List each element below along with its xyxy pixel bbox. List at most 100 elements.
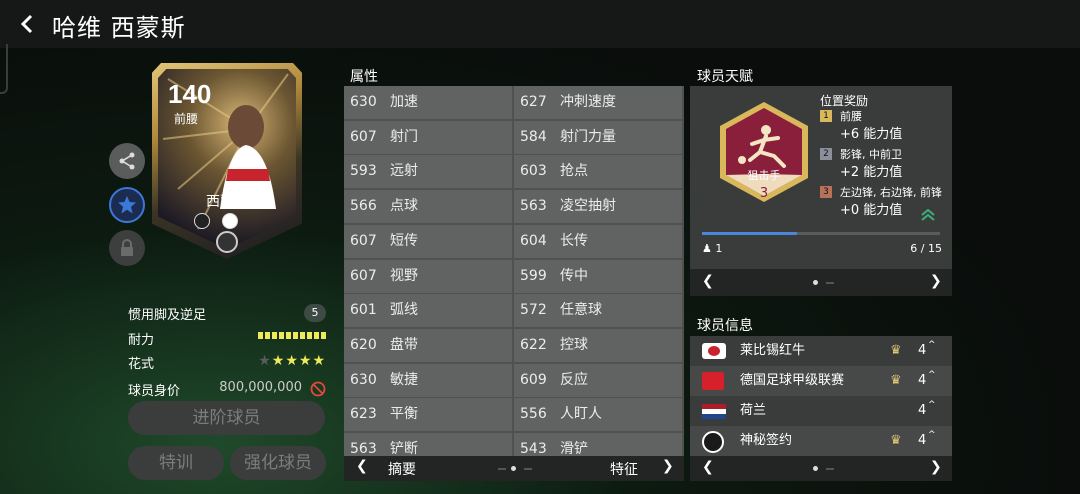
prev-arrow-icon[interactable]: ❮ bbox=[356, 458, 368, 474]
prev-arrow-icon[interactable]: ❮ bbox=[702, 273, 714, 289]
price-label: 球员身价 bbox=[128, 384, 181, 399]
club-row[interactable]: 莱比锡红牛 ♛ 4 ^ bbox=[690, 336, 952, 366]
enhance-player-button[interactable]: 强化球员 bbox=[230, 446, 326, 480]
up-arrow-icon: ^ bbox=[928, 400, 936, 410]
attribute-cell: 584 射门力量 bbox=[514, 120, 682, 154]
attribute-value: 620 bbox=[350, 336, 377, 353]
bonus-value: +6 能力值 bbox=[840, 127, 903, 142]
skill-stars: ★★★★★ bbox=[258, 353, 326, 369]
training-button[interactable]: 特训 bbox=[128, 446, 224, 480]
page-indicator-dash bbox=[498, 468, 506, 470]
attribute-value: 603 bbox=[520, 163, 547, 180]
attribute-label: 长传 bbox=[560, 232, 588, 249]
attribute-label: 短传 bbox=[390, 232, 418, 249]
skill-row: 花式 ★★★★★ bbox=[128, 353, 326, 372]
attribute-cell: 627 冲刺速度 bbox=[514, 86, 682, 119]
bonus-value: +0 能力值 bbox=[840, 203, 903, 218]
skill-label: 花式 bbox=[128, 357, 155, 372]
crown-icon: ♛ bbox=[890, 433, 902, 448]
attribute-label: 传中 bbox=[560, 267, 588, 284]
attribute-cell: 563 凌空抽射 bbox=[514, 190, 682, 224]
page-indicator-dash bbox=[826, 468, 834, 470]
foot-row: 惯用脚及逆足 5 bbox=[128, 304, 326, 323]
attribute-label: 任意球 bbox=[560, 302, 602, 319]
nation-name: 荷兰 bbox=[740, 403, 767, 418]
page-title: 哈维 西蒙斯 bbox=[52, 14, 186, 42]
bonus-value: +2 能力值 bbox=[840, 165, 903, 180]
attribute-label: 远射 bbox=[390, 163, 418, 180]
club-info-title: 球员信息 bbox=[697, 318, 753, 334]
attribute-cell: 593 远射 bbox=[344, 155, 512, 189]
club-info-panel: 莱比锡红牛 ♛ 4 ^ 德国足球甲级联赛 ♛ 4 ^ 荷兰 4 ^ 神秘签约 ♛… bbox=[690, 336, 952, 456]
share-button[interactable] bbox=[109, 143, 145, 179]
traits-tab[interactable]: 特征 bbox=[610, 459, 638, 479]
attribute-label: 盘带 bbox=[390, 336, 418, 353]
nation-row[interactable]: 荷兰 4 ^ bbox=[690, 396, 952, 426]
stamina-row: 耐力 bbox=[128, 329, 326, 348]
no-trade-icon bbox=[310, 381, 326, 397]
attribute-label: 冲刺速度 bbox=[560, 94, 616, 110]
favorite-button[interactable] bbox=[109, 187, 145, 223]
club-logo-icon bbox=[222, 213, 238, 229]
card-rating: 140 bbox=[168, 79, 212, 109]
league-row[interactable]: 德国足球甲级联赛 ♛ 4 ^ bbox=[690, 366, 952, 396]
club-name: 莱比锡红牛 bbox=[740, 343, 806, 358]
price-value: 800,000,000 bbox=[219, 380, 302, 395]
attribute-value: 609 bbox=[520, 371, 547, 388]
page-indicator-dot bbox=[813, 280, 818, 285]
next-arrow-icon[interactable]: ❯ bbox=[662, 458, 674, 474]
attribute-label: 控球 bbox=[560, 336, 588, 353]
attribute-label: 平衡 bbox=[390, 406, 418, 423]
club-info-footer: ❮ ❯ bbox=[690, 456, 952, 481]
attributes-title: 属性 bbox=[350, 69, 378, 85]
attribute-value: 601 bbox=[350, 302, 377, 319]
talent-progress-bar bbox=[702, 232, 940, 235]
attributes-footer: ❮ 摘要 特征 ❯ bbox=[344, 456, 684, 481]
attribute-cell: 630 敏捷 bbox=[344, 363, 512, 397]
player-card[interactable]: 140 前腰 西蒙斯 bbox=[152, 63, 302, 259]
attribute-cell: 601 弧线 bbox=[344, 294, 512, 328]
bonus-rank-badge: 3 bbox=[820, 186, 832, 198]
attribute-value: 584 bbox=[520, 128, 547, 145]
next-arrow-icon[interactable]: ❯ bbox=[930, 459, 942, 475]
back-arrow-icon[interactable] bbox=[16, 10, 40, 38]
attributes-grid: 630 加速 627 冲刺速度 607 射门 584 射门力量 593 远射 603 抢点 566 点球 5… bbox=[344, 86, 684, 456]
netherlands-flag-icon bbox=[702, 404, 726, 419]
mystery-signing-icon bbox=[702, 431, 724, 453]
attribute-value: 607 bbox=[350, 232, 377, 249]
person-icon: ♟ bbox=[702, 242, 712, 255]
nation-level: 4 bbox=[918, 403, 927, 418]
lock-button[interactable] bbox=[109, 230, 145, 266]
card-badges bbox=[194, 213, 238, 229]
next-arrow-icon[interactable]: ❯ bbox=[930, 273, 942, 289]
attribute-cell: 543 滑铲 bbox=[514, 433, 682, 456]
talent-title: 球员天赋 bbox=[697, 69, 753, 85]
badge-name: 狙击手 bbox=[747, 169, 781, 182]
league-name: 德国足球甲级联赛 bbox=[740, 373, 845, 388]
up-arrow-icon: ^ bbox=[928, 340, 936, 350]
attribute-label: 人盯人 bbox=[560, 406, 602, 423]
prev-arrow-icon[interactable]: ❮ bbox=[702, 459, 714, 475]
attribute-cell: 556 人盯人 bbox=[514, 398, 682, 432]
attribute-cell: 604 长传 bbox=[514, 224, 682, 258]
talent-footer: ❮ ❯ bbox=[690, 269, 952, 296]
attribute-value: 607 bbox=[350, 267, 377, 284]
attribute-value: 543 bbox=[520, 441, 547, 456]
attribute-cell: 607 射门 bbox=[344, 120, 512, 154]
upgrade-player-button[interactable]: 进阶球员 bbox=[128, 401, 325, 435]
attribute-label: 铲断 bbox=[390, 441, 418, 456]
attribute-value: 572 bbox=[520, 302, 547, 319]
attribute-cell: 622 控球 bbox=[514, 328, 682, 362]
signing-name: 神秘签约 bbox=[740, 433, 793, 448]
progress-text: 6 / 15 bbox=[910, 242, 942, 255]
summary-tab[interactable]: 摘要 bbox=[388, 459, 416, 479]
attribute-value: 630 bbox=[350, 94, 377, 110]
signing-row[interactable]: 神秘签约 ♛ 4 ^ bbox=[690, 426, 952, 456]
up-arrow-icon: ^ bbox=[928, 430, 936, 440]
stamina-label: 耐力 bbox=[128, 333, 155, 348]
attribute-label: 视野 bbox=[390, 267, 418, 284]
attribute-value: 630 bbox=[350, 371, 377, 388]
attribute-cell: 563 铲断 bbox=[344, 433, 512, 456]
attribute-cell: 607 短传 bbox=[344, 224, 512, 258]
page-indicator-dash bbox=[524, 468, 532, 470]
